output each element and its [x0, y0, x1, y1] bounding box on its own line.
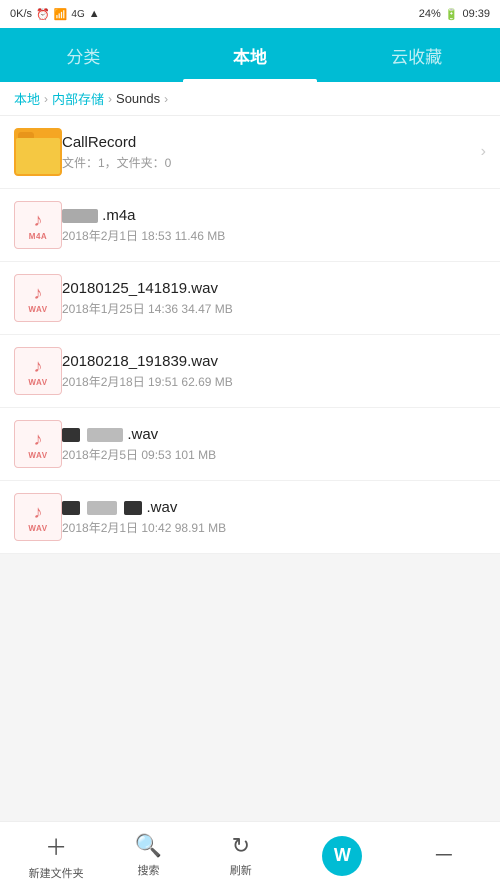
- list-item[interactable]: ♪ M4A .m4a 2018年2月1日 18:53 11.46 MB: [0, 189, 500, 262]
- redacted-block: [62, 209, 98, 223]
- file-name: .m4a: [62, 207, 486, 224]
- music-note-icon: ♪: [34, 210, 43, 231]
- file-ext-label: WAV: [28, 305, 47, 314]
- search-label: 搜索: [137, 862, 159, 878]
- brand-letter: W: [334, 845, 351, 866]
- breadcrumb: 本地 › 内部存储 › Sounds ›: [0, 82, 500, 116]
- refresh-icon: ↻: [232, 833, 250, 859]
- tab-category[interactable]: 分类: [0, 28, 167, 82]
- file-name: .wav: [62, 426, 486, 443]
- file-ext-label: WAV: [28, 524, 47, 533]
- file-info: .wav 2018年2月1日 10:42 98.91 MB: [62, 499, 486, 536]
- audio-file-icon: ♪ WAV: [14, 493, 62, 541]
- refresh-label: 刷新: [230, 862, 252, 878]
- search-button[interactable]: 🔍 搜索: [102, 833, 194, 878]
- file-info: 20180218_191839.wav 2018年2月18日 19:51 62.…: [62, 353, 486, 390]
- music-note-icon: ♪: [34, 429, 43, 450]
- main-content: 本地 › 内部存储 › Sounds › CallRecord 文件：1，文件夹…: [0, 82, 500, 821]
- file-name: 20180125_141819.wav: [62, 280, 486, 297]
- redacted-block: [87, 501, 117, 515]
- bottom-nav: ＋ 新建文件夹 🔍 搜索 ↻ 刷新 W －: [0, 821, 500, 889]
- breadcrumb-sep-3: ›: [164, 92, 168, 106]
- file-meta: 2018年2月1日 10:42 98.91 MB: [62, 519, 486, 536]
- list-item[interactable]: CallRecord 文件：1，文件夹：0 ›: [0, 116, 500, 189]
- list-item[interactable]: ♪ WAV .wav 2018年2月1日 10:42 98.91 MB: [0, 481, 500, 554]
- brand-logo: W: [322, 836, 362, 876]
- minus-icon: －: [433, 838, 455, 870]
- battery-icon: 🔋: [445, 8, 459, 21]
- signal-icon: 4G: [71, 9, 84, 20]
- new-folder-label: 新建文件夹: [29, 865, 84, 881]
- signal-bars-icon: ▲: [89, 8, 100, 20]
- file-info: 20180125_141819.wav 2018年1月25日 14:36 34.…: [62, 280, 486, 317]
- status-left: 0K/s ⏰ 📶 4G ▲: [10, 8, 100, 21]
- status-bar: 0K/s ⏰ 📶 4G ▲ 24% 🔋 09:39: [0, 0, 500, 28]
- tab-cloud[interactable]: 云收藏: [333, 28, 500, 82]
- breadcrumb-sep-2: ›: [108, 92, 112, 106]
- breadcrumb-item-storage[interactable]: 内部存储: [52, 89, 104, 108]
- plus-icon: ＋: [45, 830, 67, 862]
- list-item[interactable]: ♪ WAV 20180218_191839.wav 2018年2月18日 19:…: [0, 335, 500, 408]
- file-meta: 文件：1，文件夹：0: [62, 154, 473, 171]
- file-meta: 2018年1月25日 14:36 34.47 MB: [62, 300, 486, 317]
- audio-file-icon: ♪ WAV: [14, 274, 62, 322]
- music-note-icon: ♪: [34, 502, 43, 523]
- redacted-block: [124, 501, 142, 515]
- status-right: 24% 🔋 09:39: [419, 8, 490, 21]
- file-ext-label: WAV: [28, 378, 47, 387]
- file-ext-label: WAV: [28, 451, 47, 460]
- delete-button[interactable]: －: [398, 838, 490, 873]
- clock-icon: ⏰: [36, 8, 50, 21]
- battery-percent: 24%: [419, 8, 441, 20]
- chevron-right-icon: ›: [481, 143, 486, 161]
- list-item[interactable]: ♪ WAV .wav 2018年2月5日 09:53 101 MB: [0, 408, 500, 481]
- breadcrumb-item-sounds[interactable]: Sounds: [116, 91, 160, 106]
- file-meta: 2018年2月5日 09:53 101 MB: [62, 446, 486, 463]
- file-meta: 2018年2月18日 19:51 62.69 MB: [62, 373, 486, 390]
- file-list: CallRecord 文件：1，文件夹：0 › ♪ M4A .m4a 2018年…: [0, 116, 500, 821]
- music-note-icon: ♪: [34, 283, 43, 304]
- file-meta: 2018年2月1日 18:53 11.46 MB: [62, 227, 486, 244]
- redacted-block: [62, 501, 80, 515]
- redacted-block: [62, 428, 80, 442]
- tab-bar: 分类 本地 云收藏: [0, 28, 500, 82]
- music-note-icon: ♪: [34, 356, 43, 377]
- file-info: CallRecord 文件：1，文件夹：0: [62, 134, 473, 171]
- tab-local[interactable]: 本地: [167, 28, 334, 82]
- file-name: .wav: [62, 499, 486, 516]
- network-speed: 0K/s: [10, 8, 32, 20]
- breadcrumb-sep-1: ›: [44, 92, 48, 106]
- file-name: CallRecord: [62, 134, 473, 151]
- list-item[interactable]: ♪ WAV 20180125_141819.wav 2018年1月25日 14:…: [0, 262, 500, 335]
- file-name: 20180218_191839.wav: [62, 353, 486, 370]
- audio-file-icon: ♪ WAV: [14, 420, 62, 468]
- redacted-block: [87, 428, 123, 442]
- time-display: 09:39: [462, 8, 490, 20]
- audio-file-icon: ♪ M4A: [14, 201, 62, 249]
- file-ext-label: M4A: [29, 232, 47, 241]
- file-info: .wav 2018年2月5日 09:53 101 MB: [62, 426, 486, 463]
- audio-file-icon: ♪ WAV: [14, 347, 62, 395]
- new-folder-button[interactable]: ＋ 新建文件夹: [10, 830, 102, 881]
- refresh-button[interactable]: ↻ 刷新: [195, 833, 287, 878]
- wifi-icon: 📶: [54, 8, 68, 21]
- brand-button[interactable]: W: [287, 836, 398, 876]
- search-icon: 🔍: [135, 833, 162, 859]
- breadcrumb-item-local[interactable]: 本地: [14, 89, 40, 108]
- folder-icon: [14, 128, 62, 176]
- file-info: .m4a 2018年2月1日 18:53 11.46 MB: [62, 207, 486, 244]
